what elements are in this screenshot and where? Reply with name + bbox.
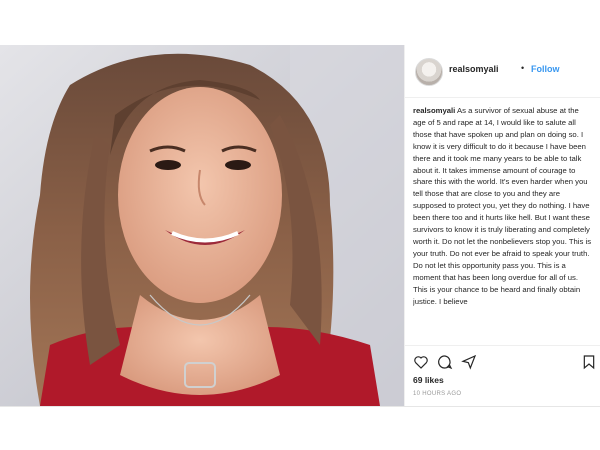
- post-side-panel: realsomyali • Follow realsomyali As a su…: [404, 45, 600, 406]
- portrait-image: [0, 45, 404, 406]
- post-photo[interactable]: [0, 45, 404, 406]
- comment-icon[interactable]: [437, 354, 453, 370]
- timestamp: 10 HOURS AGO: [413, 391, 462, 397]
- caption-text: As a survivor of sexual abuse at the age…: [413, 106, 592, 306]
- username-link[interactable]: realsomyali: [449, 64, 499, 74]
- post-actions: [405, 345, 600, 374]
- like-count[interactable]: 69 likes: [413, 375, 444, 385]
- separator-dot: •: [521, 63, 525, 73]
- post-caption: realsomyali As a survivor of sexual abus…: [413, 105, 593, 345]
- caption-username[interactable]: realsomyali: [413, 106, 455, 115]
- avatar[interactable]: [415, 58, 443, 86]
- share-icon[interactable]: [461, 354, 477, 370]
- bookmark-icon[interactable]: [581, 354, 597, 370]
- heart-icon[interactable]: [413, 354, 429, 370]
- follow-button[interactable]: Follow: [531, 64, 560, 74]
- post-header: realsomyali • Follow: [405, 45, 600, 98]
